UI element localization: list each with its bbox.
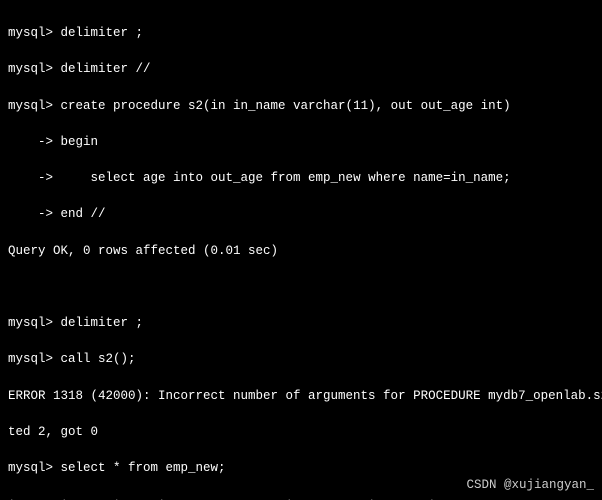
mysql-prompt: mysql> [8, 62, 61, 76]
mysql-prompt: mysql> [8, 26, 61, 40]
error-line: ERROR 1318 (42000): Incorrect number of … [8, 387, 594, 405]
mysql-prompt: mysql> [8, 352, 61, 366]
cmd-text: select * from emp_new; [61, 461, 226, 475]
table-border: +------+------+-----+----------------+--… [8, 495, 594, 500]
mysql-prompt: mysql> [8, 461, 61, 475]
continuation-prompt: -> [8, 135, 61, 149]
csdn-watermark: CSDN @xujiangyan_ [466, 476, 594, 494]
cmd-text: select age into out_age from emp_new whe… [61, 171, 511, 185]
cmd-text: delimiter ; [61, 316, 144, 330]
mysql-prompt: mysql> [8, 316, 61, 330]
blank [8, 278, 594, 296]
mysql-prompt: mysql> [8, 99, 61, 113]
cmd-line: mysql> delimiter // [8, 60, 594, 78]
mysql-terminal[interactable]: mysql> delimiter ; mysql> delimiter // m… [0, 0, 602, 500]
cmd-text: create procedure s2(in in_name varchar(1… [61, 99, 511, 113]
cmd-text: begin [61, 135, 99, 149]
continuation-prompt: -> [8, 207, 61, 221]
cmd-line: -> select age into out_age from emp_new … [8, 169, 594, 187]
status-ok: Query OK, 0 rows affected (0.01 sec) [8, 242, 594, 260]
error-line: ted 2, got 0 [8, 423, 594, 441]
cmd-text: delimiter // [61, 62, 151, 76]
cmd-line: mysql> delimiter ; [8, 314, 594, 332]
cmd-line: mysql> create procedure s2(in in_name va… [8, 97, 594, 115]
continuation-prompt: -> [8, 171, 61, 185]
cmd-text: end // [61, 207, 106, 221]
cmd-line: -> begin [8, 133, 594, 151]
cmd-line: -> end // [8, 205, 594, 223]
cmd-line: mysql> delimiter ; [8, 24, 594, 42]
cmd-line: mysql> select * from emp_new; [8, 459, 594, 477]
cmd-line: mysql> call s2(); [8, 350, 594, 368]
cmd-text: delimiter ; [61, 26, 144, 40]
cmd-text: call s2(); [61, 352, 136, 366]
